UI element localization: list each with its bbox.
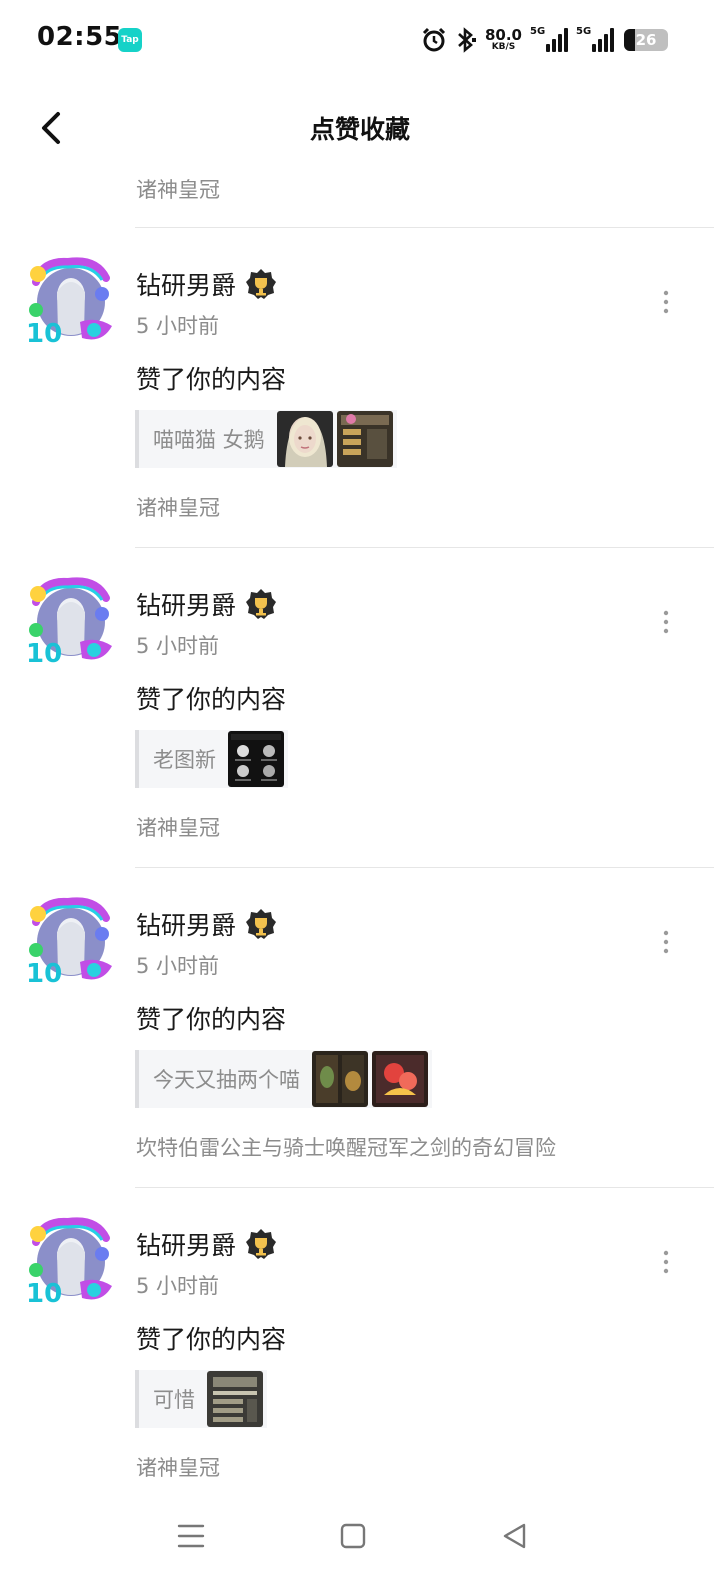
more-options-icon[interactable] (660, 1248, 672, 1276)
user-name-row: 钻研男爵 (136, 586, 278, 622)
battery-icon: 26 (624, 29, 668, 51)
more-options-icon[interactable] (660, 608, 672, 636)
preview-thumbnail[interactable] (207, 1371, 263, 1427)
status-icons: 80.0 KB/S 5G 5G 26 (421, 24, 668, 56)
user-rank-badge-icon (246, 589, 277, 619)
user-name[interactable]: 钻研男爵 (136, 266, 236, 302)
taptap-notification-icon: Tap (118, 28, 142, 52)
preview-thumbnail[interactable] (372, 1051, 428, 1107)
page-title: 点赞收藏 (309, 115, 410, 144)
user-rank-badge-icon (246, 1229, 277, 1259)
network-speed-unit: KB/S (491, 42, 516, 52)
action-text: 赞了你的内容 (136, 1325, 287, 1354)
content-preview[interactable]: 老图新 (135, 730, 288, 788)
preview-thumbnail[interactable] (336, 411, 393, 467)
timestamp: 5 小时前 (136, 314, 220, 338)
item-source[interactable]: 诸神皇冠 (136, 812, 220, 842)
sim1-network-label: 5G (530, 26, 546, 37)
item-source[interactable]: 诸神皇冠 (136, 1452, 220, 1482)
menu-icon[interactable] (171, 1516, 211, 1556)
timestamp: 5 小时前 (136, 634, 220, 658)
status-time: 02:55 (37, 22, 123, 52)
content-preview[interactable]: 可惜 (135, 1370, 267, 1428)
item-source[interactable]: 诸神皇冠 (136, 492, 220, 522)
notification-item[interactable]: 10 钻研男爵 5 小时前 赞了你的内容 老图新 诸神皇冠 (0, 548, 720, 868)
action-text: 赞了你的内容 (136, 365, 287, 394)
sim2-network-label: 5G (576, 26, 592, 37)
preview-text: 喵喵猫 女鹅 (153, 428, 265, 452)
svg-text:10: 10 (26, 959, 62, 989)
action-text: 赞了你的内容 (136, 1005, 287, 1034)
notification-item[interactable]: 10 钻研男爵 5 小时前 赞了你的内容 今天又抽两个喵 坎特伯雷公主与骑士唤醒… (0, 868, 720, 1188)
user-name[interactable]: 钻研男爵 (136, 906, 236, 942)
notification-list: 诸神皇冠 10 钻研男爵 5 小时前 赞了你的内容 喵喵猫 女鹅 诸神皇冠 10… (0, 164, 720, 1508)
user-name-row: 钻研男爵 (136, 906, 278, 942)
user-rank-badge-icon (246, 269, 277, 299)
preview-text: 可惜 (153, 1388, 195, 1412)
item-source[interactable]: 诸神皇冠 (136, 174, 220, 204)
preview-thumbnail[interactable] (228, 731, 284, 787)
user-name[interactable]: 钻研男爵 (136, 1226, 236, 1262)
user-avatar[interactable]: 10 (22, 1212, 120, 1310)
svg-text:10: 10 (26, 1279, 62, 1309)
battery-percent: 26 (635, 31, 657, 49)
preview-text: 今天又抽两个喵 (153, 1068, 300, 1092)
timestamp: 5 小时前 (136, 954, 220, 978)
action-text: 赞了你的内容 (136, 685, 287, 714)
system-navigation-bar (0, 1490, 720, 1584)
square-home-icon[interactable] (333, 1516, 373, 1556)
svg-text:10: 10 (26, 639, 62, 669)
previous-item-tail: 诸神皇冠 (0, 164, 720, 228)
user-name[interactable]: 钻研男爵 (136, 586, 236, 622)
user-avatar[interactable]: 10 (22, 572, 120, 670)
user-avatar[interactable]: 10 (22, 252, 120, 350)
signal-sim1-icon: 5G (530, 26, 568, 52)
preview-thumbnail[interactable] (312, 1051, 368, 1107)
status-bar: 02:55 Tap 80.0 KB/S 5G 5G 26 (0, 0, 720, 80)
notification-item[interactable]: 10 钻研男爵 5 小时前 赞了你的内容 可惜 诸神皇冠 (0, 1188, 720, 1508)
timestamp: 5 小时前 (136, 1274, 220, 1298)
preview-text: 老图新 (153, 748, 216, 772)
alarm-icon (422, 27, 446, 52)
user-name-row: 钻研男爵 (136, 1226, 278, 1262)
triangle-back-icon[interactable] (495, 1516, 535, 1556)
content-preview[interactable]: 喵喵猫 女鹅 (135, 410, 397, 468)
signal-sim2-icon: 5G (576, 26, 614, 52)
network-speed: 80.0 KB/S (485, 28, 522, 52)
user-avatar[interactable]: 10 (22, 892, 120, 990)
bluetooth-icon (458, 27, 476, 53)
item-source[interactable]: 坎特伯雷公主与骑士唤醒冠军之剑的奇幻冒险 (136, 1132, 556, 1162)
more-options-icon[interactable] (660, 288, 672, 316)
more-options-icon[interactable] (660, 928, 672, 956)
user-rank-badge-icon (246, 909, 277, 939)
network-speed-value: 80.0 (484, 26, 522, 44)
content-preview[interactable]: 今天又抽两个喵 (135, 1050, 432, 1108)
notification-item[interactable]: 10 钻研男爵 5 小时前 赞了你的内容 喵喵猫 女鹅 诸神皇冠 (0, 228, 720, 548)
user-name-row: 钻研男爵 (136, 266, 278, 302)
top-bar: 点赞收藏 (0, 90, 720, 164)
preview-thumbnail[interactable] (276, 411, 333, 467)
svg-text:10: 10 (26, 319, 62, 349)
